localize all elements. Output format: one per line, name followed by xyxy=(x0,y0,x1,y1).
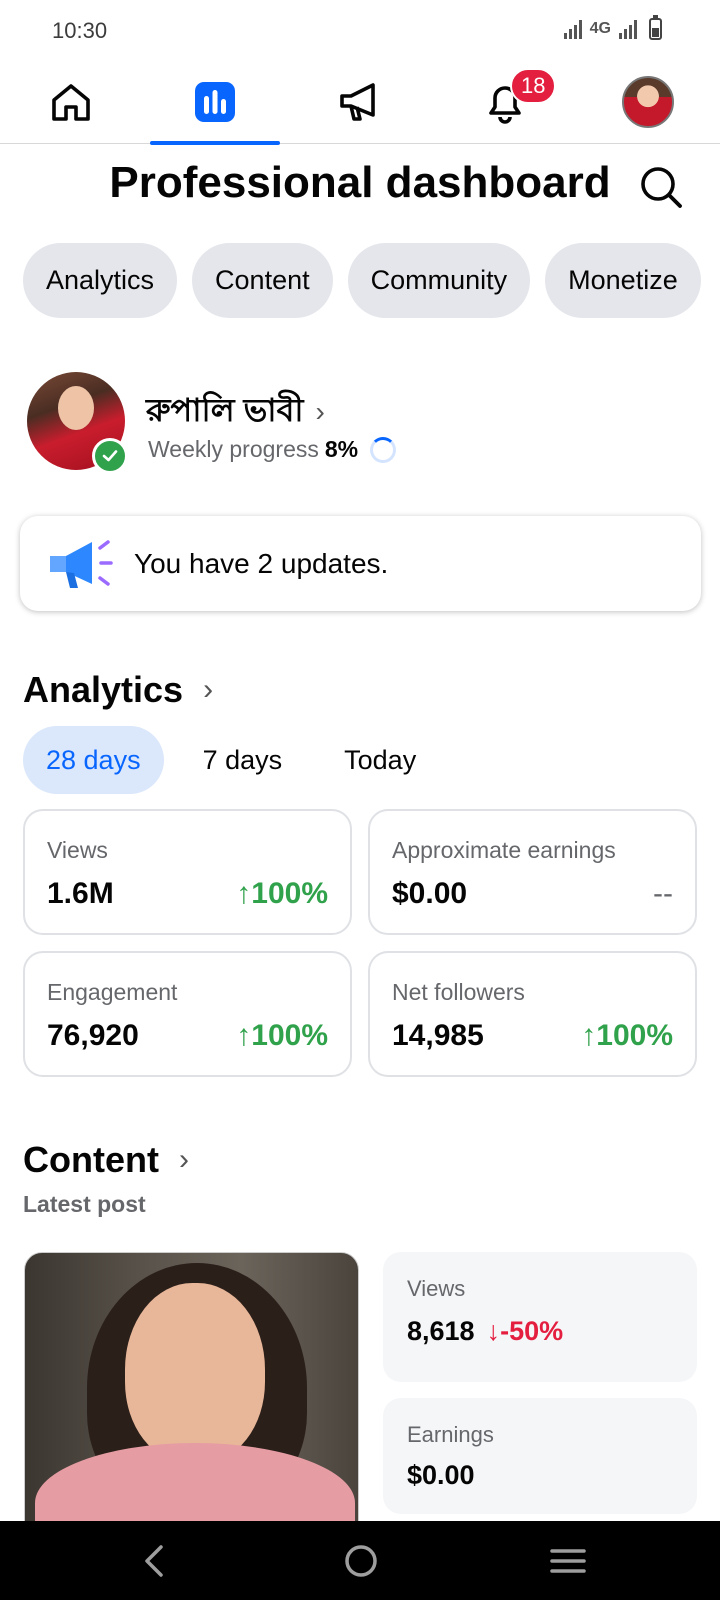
page-name-text: রুপালি ভাবী xyxy=(146,392,304,428)
metric-card-engagement[interactable]: Engagement 76,920 ↑100% xyxy=(23,951,352,1077)
post-earnings-label: Earnings xyxy=(407,1422,494,1447)
page-name[interactable]: রুপালি ভাবী › xyxy=(146,385,325,439)
status-time: 10:30 xyxy=(52,18,108,43)
verified-check-icon xyxy=(92,438,128,474)
arrow-down-icon: ↓ xyxy=(486,1316,501,1346)
chevron-right-icon: › xyxy=(315,396,325,427)
metric-value: 14,985 xyxy=(392,1019,484,1052)
megaphone-icon xyxy=(340,83,375,121)
profile-avatar xyxy=(622,76,674,128)
megaphone-color-icon xyxy=(50,539,113,588)
notification-badge: 18 xyxy=(510,68,557,104)
page-title: Professional dashboard xyxy=(109,158,611,207)
home-button[interactable] xyxy=(331,1539,391,1583)
bar-chart-icon xyxy=(195,82,235,122)
recents-button[interactable] xyxy=(538,1539,598,1583)
chevron-right-icon: › xyxy=(178,1143,189,1176)
signal-icon-2 xyxy=(619,19,637,39)
post-earnings-card[interactable]: Earnings $0.00 xyxy=(383,1398,697,1514)
latest-post-label: Latest post xyxy=(23,1191,146,1217)
post-earnings-value: $0.00 xyxy=(407,1460,475,1490)
tab-today[interactable]: Today xyxy=(321,726,439,794)
metric-card-earnings[interactable]: Approximate earnings $0.00 -- xyxy=(368,809,697,935)
search-button[interactable] xyxy=(636,162,686,212)
tab-28-days[interactable]: 28 days xyxy=(23,726,164,794)
analytics-title: Analytics xyxy=(23,669,184,710)
metric-delta: -- xyxy=(653,877,673,910)
updates-text: You have 2 updates. xyxy=(134,547,389,579)
arrow-up-icon: ↑ xyxy=(236,1019,252,1052)
updates-card[interactable]: You have 2 updates. xyxy=(20,516,701,611)
post-views-value: 8,618 ↓-50% xyxy=(407,1316,564,1346)
arrow-up-icon: ↑ xyxy=(236,877,252,910)
battery-icon xyxy=(649,15,662,40)
metric-delta: ↑100% xyxy=(236,1019,328,1052)
top-nav: 18 xyxy=(0,60,720,145)
back-icon xyxy=(145,1545,163,1577)
network-label: 4G xyxy=(589,20,611,37)
metric-value: 1.6M xyxy=(47,877,114,910)
chevron-right-icon: › xyxy=(203,673,214,706)
metric-delta: ↑100% xyxy=(236,877,328,910)
arrow-up-icon: ↑ xyxy=(581,1019,597,1052)
chip-monetize[interactable]: Monetize xyxy=(545,243,701,318)
system-nav-bar xyxy=(0,1521,720,1600)
post-views-label: Views xyxy=(407,1276,466,1301)
analytics-header[interactable]: Analytics › xyxy=(23,669,213,711)
weekly-progress-value: 8% xyxy=(324,436,359,462)
metric-card-net-followers[interactable]: Net followers 14,985 ↑100% xyxy=(368,951,697,1077)
metric-value: $0.00 xyxy=(392,877,468,910)
signal-icon xyxy=(563,19,582,39)
post-views-delta: ↓-50% xyxy=(486,1316,564,1346)
content-title: Content xyxy=(23,1139,159,1180)
metric-label: Engagement xyxy=(47,979,178,1005)
metric-card-views[interactable]: Views 1.6M ↑100% xyxy=(23,809,352,935)
nav-home[interactable] xyxy=(6,60,136,144)
metric-delta: ↑100% xyxy=(581,1019,673,1052)
menu-icon xyxy=(550,1549,586,1573)
nav-notifications[interactable]: 18 xyxy=(440,60,570,144)
status-bar: 10:30 4G xyxy=(0,0,720,60)
chip-community[interactable]: Community xyxy=(347,243,531,318)
metric-label: Net followers xyxy=(392,979,525,1005)
content-header[interactable]: Content › xyxy=(23,1139,189,1181)
home-circle-icon xyxy=(345,1545,377,1577)
progress-ring-icon xyxy=(370,436,397,463)
search-icon xyxy=(641,167,682,208)
weekly-progress: Weekly progress 8% xyxy=(148,436,397,463)
latest-post-thumbnail[interactable] xyxy=(24,1252,359,1522)
back-button[interactable] xyxy=(124,1539,184,1583)
weekly-progress-label: Weekly progress xyxy=(148,436,319,462)
post-views-card[interactable]: Views 8,618 ↓-50% xyxy=(383,1252,697,1382)
status-icons: 4G xyxy=(563,15,662,40)
filter-chips: Analytics Content Community Monetize xyxy=(23,243,701,318)
metric-label: Approximate earnings xyxy=(392,837,616,863)
home-icon xyxy=(52,84,90,121)
chip-content[interactable]: Content xyxy=(192,243,333,318)
date-range-tabs: 28 days 7 days Today xyxy=(23,726,455,794)
tab-7-days[interactable]: 7 days xyxy=(180,726,306,794)
nav-profile[interactable] xyxy=(583,60,713,144)
metric-value: 76,920 xyxy=(47,1019,139,1052)
chip-analytics[interactable]: Analytics xyxy=(23,243,178,318)
metric-label: Views xyxy=(47,837,108,863)
nav-ads[interactable] xyxy=(295,60,425,144)
nav-dashboard[interactable] xyxy=(150,60,280,145)
